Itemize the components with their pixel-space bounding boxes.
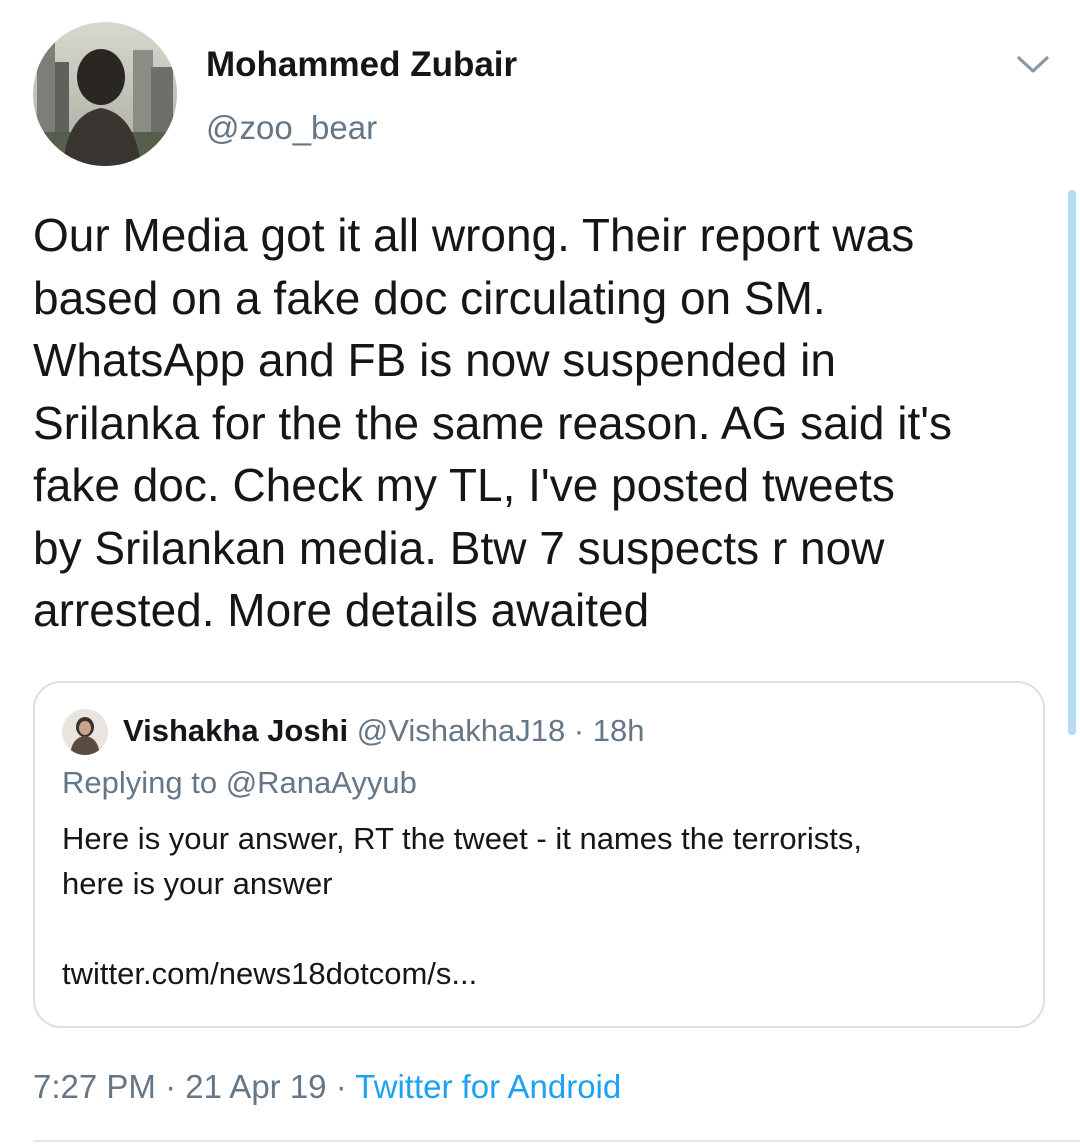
tweet-line: based on a fake doc circulating on SM. [33,271,826,324]
quoted-tweet-header: Vishakha Joshi @VishakhaJ18 · 18h [123,711,645,751]
quoted-author-handle[interactable]: @VishakhaJ18 [357,713,565,748]
quoted-tweet-text: Here is your answer, RT the tweet - it n… [62,816,1022,906]
author-avatar[interactable] [33,22,177,166]
quoted-separator: · [573,713,585,748]
tweet-line: Our Media got it all wrong. Their report… [33,209,915,261]
author-handle[interactable]: @zoo_bear [206,108,377,148]
tweet-source-link[interactable]: Twitter for Android [355,1068,621,1105]
tweet-text: Our Media got it all wrong. Their report… [33,204,1053,642]
tweet-date: 21 Apr 19 [185,1068,327,1105]
tweet-line: arrested. More details awaited [33,584,650,636]
tweet-time: 7:27 PM [33,1068,156,1105]
tweet-line: WhatsApp and FB is now suspended in [33,334,836,386]
divider [33,1140,1080,1142]
meta-separator: · [165,1068,177,1105]
quoted-tweet-line: Here is your answer, RT the tweet - it n… [62,821,862,856]
quoted-tweet-link[interactable]: twitter.com/news18dotcom/s... [62,954,477,994]
tweet-line: Srilanka for the the same reason. AG sai… [33,396,953,449]
author-display-name[interactable]: Mohammed Zubair [206,45,517,85]
quoted-replying-to: Replying to @RanaAyyub [62,765,417,800]
scrollbar[interactable] [1068,190,1076,735]
quoted-tweet-line: here is your answer [62,866,333,901]
quoted-timestamp: 18h [592,713,645,748]
quoted-author-name[interactable]: Vishakha Joshi [123,713,348,748]
tweet-line: by Srilankan media. Btw 7 suspects r now [33,521,885,574]
quoted-tweet-card[interactable]: Vishakha Joshi @VishakhaJ18 · 18h Replyi… [33,681,1045,1028]
quoted-author-avatar[interactable] [62,709,108,755]
meta-separator: · [335,1068,347,1105]
tweet-line: fake doc. Check my TL, I've posted tweet… [33,459,895,511]
tweet-metadata: 7:27 PM · 21 Apr 19 · Twitter for Androi… [33,1066,621,1108]
chevron-down-icon[interactable] [1014,50,1052,78]
